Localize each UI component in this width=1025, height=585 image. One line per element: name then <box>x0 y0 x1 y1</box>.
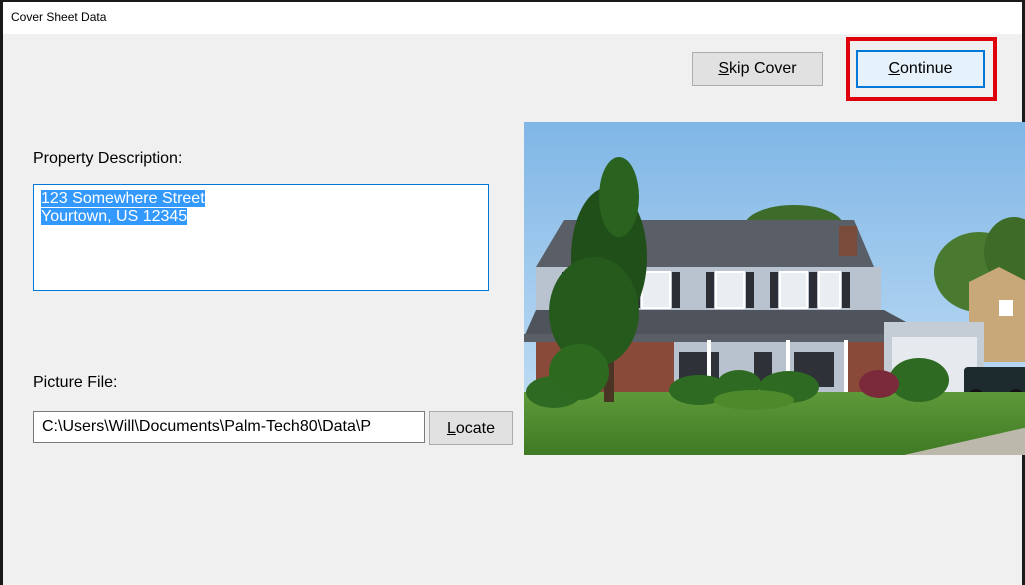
house-photo <box>524 122 1025 455</box>
continue-button[interactable]: Continue <box>856 50 985 88</box>
continue-label: ontinue <box>900 60 953 77</box>
locate-mnemonic: L <box>446 420 456 437</box>
locate-label: ocate <box>455 420 496 437</box>
picture-file-label: Picture File: <box>33 374 118 391</box>
skip-cover-button[interactable]: Skip Cover <box>692 52 823 86</box>
locate-button[interactable]: Locate <box>429 411 513 445</box>
skip-cover-label: kip Cover <box>729 60 797 77</box>
property-description-label: Property Description: <box>33 150 183 167</box>
property-line-2: Yourtown, US 12345 <box>41 208 188 225</box>
title-bar[interactable]: Cover Sheet Data <box>3 0 1022 34</box>
cover-sheet-window: Cover Sheet Data Skip Cover Continue Pro… <box>0 0 1025 585</box>
continue-mnemonic: C <box>888 60 901 77</box>
window-title: Cover Sheet Data <box>11 10 107 24</box>
property-line-1: 123 Somewhere Street <box>41 190 205 207</box>
picture-file-input[interactable]: C:\Users\Will\Documents\Palm-Tech80\Data… <box>33 411 425 443</box>
property-description-field[interactable]: 123 Somewhere Street Yourtown, US 12345 <box>33 184 489 291</box>
skip-cover-mnemonic: S <box>718 60 730 77</box>
